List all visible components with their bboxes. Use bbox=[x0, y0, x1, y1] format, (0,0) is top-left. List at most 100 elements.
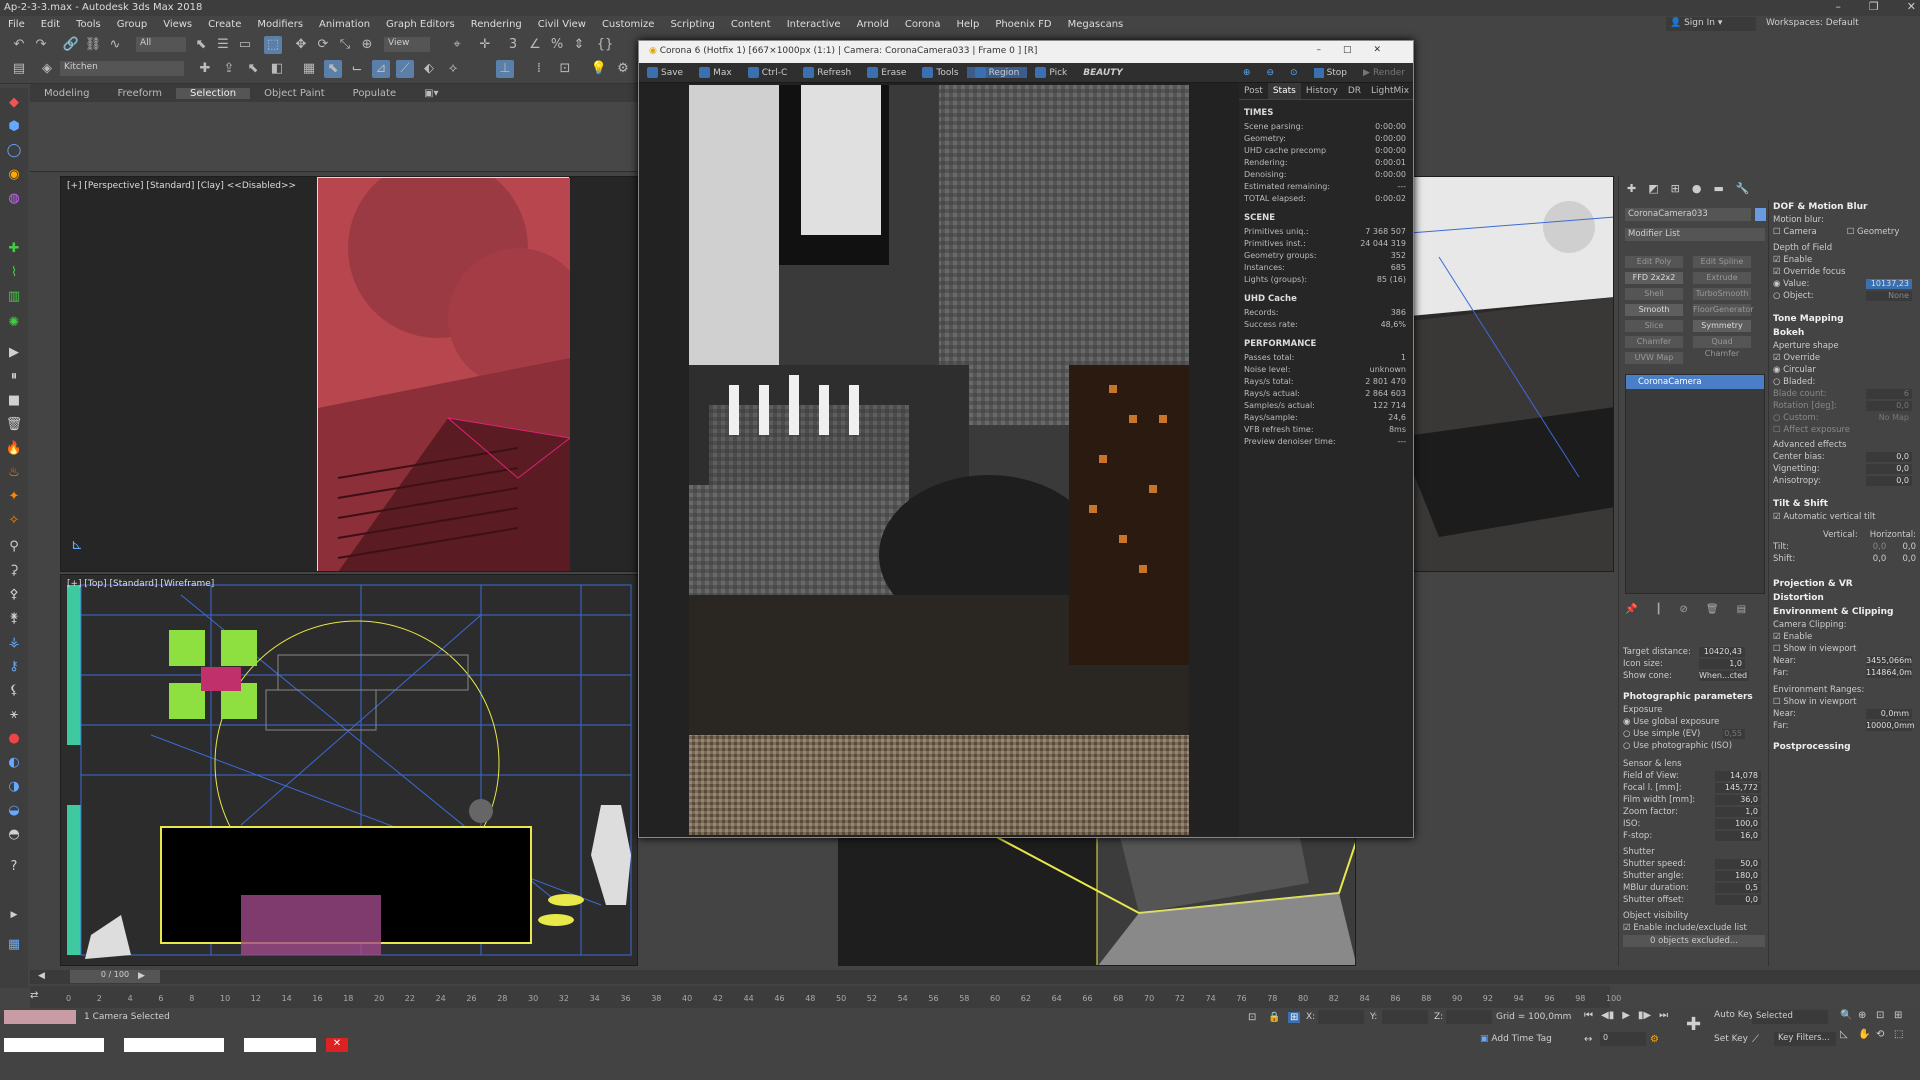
tilt-shift-header[interactable]: Tilt & Shift bbox=[1769, 497, 1920, 511]
snap-grid-points-icon[interactable]: ⁞ bbox=[530, 60, 548, 78]
aperture-override-checkbox[interactable]: ☑ Override bbox=[1769, 352, 1920, 364]
override-focus-checkbox[interactable]: ☑ Override focus bbox=[1769, 266, 1920, 278]
cameras-icon[interactable]: ◍ bbox=[5, 190, 23, 208]
display-tab-icon[interactable]: ▬ bbox=[1713, 182, 1723, 195]
affect-exposure-checkbox[interactable]: ☐ Affect exposure bbox=[1769, 424, 1920, 436]
focus-object-button[interactable]: None bbox=[1866, 291, 1912, 301]
tool-12-icon[interactable]: ◒ bbox=[5, 802, 23, 820]
foam-icon[interactable]: ✧ bbox=[5, 512, 23, 530]
place-icon[interactable]: ⊕ bbox=[358, 36, 376, 54]
vfb-close-icon[interactable]: ✕ bbox=[1373, 45, 1403, 55]
shapes-icon[interactable]: ◯ bbox=[5, 142, 23, 160]
vfb-pick-button[interactable]: Pick bbox=[1027, 67, 1075, 78]
sign-in-button[interactable]: 👤 Sign In ▾ bbox=[1666, 17, 1756, 31]
zoom-in-icon[interactable]: ⊕ bbox=[1235, 68, 1259, 78]
play-icon[interactable]: ▶ bbox=[5, 344, 23, 362]
pin-stack-icon[interactable]: 📌 bbox=[1625, 604, 1637, 615]
select-in-layer-icon[interactable]: ⬉ bbox=[244, 60, 262, 78]
vfb-render-button[interactable]: ▶ Render bbox=[1355, 68, 1413, 78]
geometry-icon[interactable]: ⬢ bbox=[5, 118, 23, 136]
z-field[interactable] bbox=[1446, 1010, 1492, 1024]
advanced-param-field[interactable]: 0,0 bbox=[1866, 452, 1912, 462]
viewport-top[interactable]: [+] [Top] [Standard] [Wireframe] bbox=[60, 574, 638, 966]
vfb-tab-stats[interactable]: Stats bbox=[1267, 83, 1301, 99]
object-color-swatch[interactable] bbox=[1755, 208, 1766, 221]
x-field[interactable] bbox=[1318, 1010, 1364, 1024]
spinner-snap-icon[interactable]: ⇕ bbox=[570, 36, 588, 54]
show-end-result-icon[interactable]: ┃ bbox=[1655, 604, 1661, 615]
menu-edit[interactable]: Edit bbox=[33, 19, 68, 30]
pivot-icon[interactable]: ⌖ bbox=[448, 36, 466, 54]
snap-midpoint-icon[interactable]: ⊿ bbox=[372, 60, 390, 78]
timeline-prev-icon[interactable]: ◀ bbox=[38, 971, 45, 981]
clip-show-checkbox[interactable]: ☐ Show in viewport bbox=[1769, 643, 1920, 655]
scene-explorer-icon[interactable]: ▤ bbox=[10, 60, 28, 78]
tilt-horizontal-field[interactable]: 0,0 bbox=[1902, 542, 1916, 552]
tool-9-icon[interactable]: ● bbox=[5, 730, 23, 748]
env-show-checkbox[interactable]: ☐ Show in viewport bbox=[1769, 696, 1920, 708]
vfb-erase-button[interactable]: Erase bbox=[859, 67, 914, 78]
mod-button-extrude[interactable]: Extrude bbox=[1693, 272, 1751, 284]
bokeh-header[interactable]: Bokeh bbox=[1769, 326, 1920, 340]
percent-snap-icon[interactable]: % bbox=[548, 36, 566, 54]
menu-animation[interactable]: Animation bbox=[311, 19, 378, 30]
link-icon[interactable]: 🔗 bbox=[62, 36, 80, 54]
vfb-tab-history[interactable]: History bbox=[1301, 83, 1343, 99]
select-manipulate-icon[interactable]: ✛ bbox=[476, 36, 494, 54]
auto-key-button[interactable]: Auto Key bbox=[1714, 1010, 1754, 1020]
vfb-channel-dropdown[interactable]: BEAUTY bbox=[1075, 68, 1195, 78]
snaps-toggle-icon[interactable]: 3 bbox=[504, 36, 522, 54]
custom-map-button[interactable]: No Map bbox=[1866, 413, 1912, 423]
zoom-icon[interactable]: 🔍 bbox=[1840, 1010, 1858, 1021]
vfb-tab-post[interactable]: Post bbox=[1239, 83, 1268, 99]
mod-button-quad-chamfer[interactable]: Quad Chamfer bbox=[1693, 336, 1751, 358]
menu-create[interactable]: Create bbox=[200, 19, 249, 30]
include-exclude-checkbox[interactable]: ☑ Enable include/exclude list bbox=[1619, 922, 1769, 934]
timeline-next-icon[interactable]: ▶ bbox=[138, 971, 145, 981]
key-mode-icon[interactable]: ⟋ bbox=[1752, 1034, 1759, 1045]
mod-button-shell[interactable]: Shell bbox=[1625, 288, 1683, 300]
viewport-label-top[interactable]: [+] [Top] [Standard] [Wireframe] bbox=[67, 579, 214, 589]
aperture-bladed-radio[interactable]: ○ Bladed: bbox=[1769, 376, 1920, 388]
isolate-icon[interactable]: ⊡ bbox=[1248, 1012, 1256, 1023]
track-bar[interactable]: ⇄ 0 2 4 6 8 10 12 14 16 18 20 22 24 26 28 30 32 34 36 38 40 4… bbox=[30, 986, 1621, 1008]
helpers-icon[interactable]: ✚ bbox=[5, 240, 23, 258]
orbit-icon[interactable]: ⟲ bbox=[1876, 1029, 1894, 1040]
spacewarps-icon[interactable]: ⌇ bbox=[5, 264, 23, 282]
layer-icon[interactable]: ◈ bbox=[38, 60, 56, 78]
snap-pivot-icon[interactable]: ⟡ bbox=[444, 60, 462, 78]
maxscript-listener[interactable] bbox=[4, 1010, 76, 1024]
zoom-extents-icon[interactable]: ⊡ bbox=[1876, 1010, 1894, 1021]
tool-10-icon[interactable]: ◐ bbox=[5, 754, 23, 772]
selection-filter-dropdown[interactable]: All bbox=[136, 37, 186, 52]
photographic-header[interactable]: Photographic parameters bbox=[1619, 690, 1769, 704]
create-layer-icon[interactable]: ✚ bbox=[196, 60, 214, 78]
scale-icon[interactable]: ⤡ bbox=[336, 36, 354, 54]
configure-sets-icon[interactable]: ▤ bbox=[1737, 604, 1746, 615]
tab-selection[interactable]: Selection bbox=[176, 87, 251, 99]
set-key-icon[interactable]: ✚ bbox=[1686, 1014, 1701, 1035]
shutter-param-field[interactable]: 180,0 bbox=[1715, 871, 1761, 881]
render-setup-icon[interactable]: ⚙ bbox=[614, 60, 632, 78]
set-key-button[interactable]: Set Key bbox=[1714, 1034, 1748, 1044]
env-clipping-header[interactable]: Environment & Clipping bbox=[1769, 605, 1920, 619]
tool-6-icon[interactable]: ⚷ bbox=[5, 658, 23, 676]
mod-button-turbosmooth[interactable]: TurboSmooth bbox=[1693, 288, 1751, 300]
menu-views[interactable]: Views bbox=[155, 19, 200, 30]
undo-icon[interactable]: ↶ bbox=[10, 36, 28, 54]
sensor-param-field[interactable]: 16,0 bbox=[1715, 831, 1761, 841]
mb-geometry-checkbox[interactable]: ☐ Geometry bbox=[1847, 227, 1900, 237]
viewport-perspective[interactable]: [+] [Perspective] [Standard] [Clay] <<Di… bbox=[60, 176, 638, 572]
blade-count-field[interactable]: 6 bbox=[1866, 389, 1912, 399]
tab-object-paint[interactable]: Object Paint bbox=[250, 88, 339, 99]
tool-1-icon[interactable]: ⚲ bbox=[5, 538, 23, 556]
systems-icon[interactable]: ▥ bbox=[5, 288, 23, 306]
absolute-mode-icon[interactable]: ⊞ bbox=[1288, 1012, 1301, 1023]
snap-vertex-icon[interactable]: ⬉ bbox=[324, 60, 342, 78]
stop-icon[interactable]: ■ bbox=[5, 392, 23, 410]
goto-start-icon[interactable]: ⏮ bbox=[1584, 1010, 1593, 1021]
layer-dropdown[interactable]: Kitchen bbox=[60, 61, 184, 76]
vfb-tab-lightmix[interactable]: LightMix bbox=[1366, 83, 1414, 99]
exposure-ev-radio[interactable]: ○ Use simple (EV) 0,55 bbox=[1619, 728, 1769, 740]
rect-selection-icon[interactable]: ▭ bbox=[236, 36, 254, 54]
